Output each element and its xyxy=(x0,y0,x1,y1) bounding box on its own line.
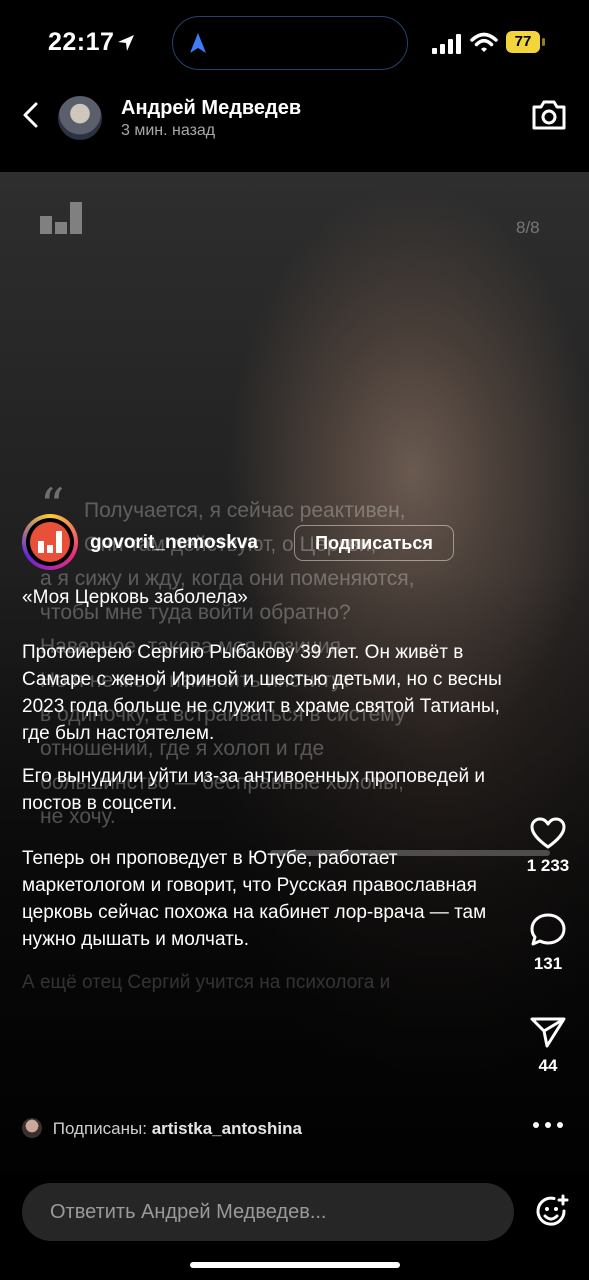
post-caption: «Моя Церковь заболела» Протоиерею Сергию… xyxy=(22,584,502,1012)
post-time: 3 мин. назад xyxy=(121,122,216,139)
battery-icon: 77 xyxy=(506,31,546,53)
heart-icon xyxy=(530,817,566,849)
back-icon[interactable] xyxy=(18,100,44,130)
caption-paragraph: Его вынудили уйти из-за антивоенных проп… xyxy=(22,766,486,814)
like-button[interactable]: 1 233 xyxy=(518,816,578,876)
camera-icon[interactable] xyxy=(530,97,568,133)
emoji-reaction-icon[interactable] xyxy=(534,1194,570,1230)
account-logo-icon xyxy=(38,531,62,553)
followed-by-user: artistka_antoshina xyxy=(151,1119,302,1138)
location-arrow-icon xyxy=(118,35,134,51)
author-avatar[interactable] xyxy=(58,96,102,140)
follow-button[interactable]: Подписаться xyxy=(294,525,454,561)
share-count: 44 xyxy=(538,1056,558,1075)
reply-input[interactable]: Ответить Андрей Медведев... xyxy=(22,1183,514,1241)
caption-paragraph: Теперь он проповедует в Ютубе, работает … xyxy=(22,848,487,950)
story-progress-bar xyxy=(270,850,550,856)
home-indicator xyxy=(190,1262,400,1268)
comment-icon xyxy=(530,913,566,946)
status-time: 22:17 xyxy=(48,28,115,56)
quote-line: Получается, я сейчас реактивен, xyxy=(84,499,406,522)
caption-paragraph: Протоиерею Сергию Рыбакову 39 лет. Он жи… xyxy=(22,642,502,744)
page-counter: 8/8 xyxy=(516,218,540,237)
navigation-arrow-icon xyxy=(190,33,206,53)
bars-logo-icon xyxy=(40,202,82,234)
followed-by[interactable]: Подписаны: artistka_antoshina xyxy=(22,1118,302,1139)
caption-paragraph: А ещё отец Сергий учится на психолога и xyxy=(22,972,391,993)
share-button[interactable]: 44 xyxy=(518,1014,578,1076)
comment-button[interactable]: 131 xyxy=(518,912,578,974)
signal-icon xyxy=(432,34,461,54)
wifi-icon xyxy=(470,32,498,52)
more-options-icon[interactable] xyxy=(530,1118,566,1132)
like-count: 1 233 xyxy=(526,856,570,875)
account-username[interactable]: govorit_nemoskva xyxy=(90,532,258,554)
account-avatar[interactable] xyxy=(22,514,78,570)
battery-level: 77 xyxy=(506,31,540,53)
caption-title: «Моя Церковь заболела» xyxy=(22,587,248,608)
followed-by-prefix: Подписаны: xyxy=(52,1119,147,1138)
author-name[interactable]: Андрей Медведев xyxy=(121,97,301,120)
comment-count: 131 xyxy=(533,954,563,973)
send-icon xyxy=(530,1017,566,1048)
follower-avatar xyxy=(22,1118,42,1138)
